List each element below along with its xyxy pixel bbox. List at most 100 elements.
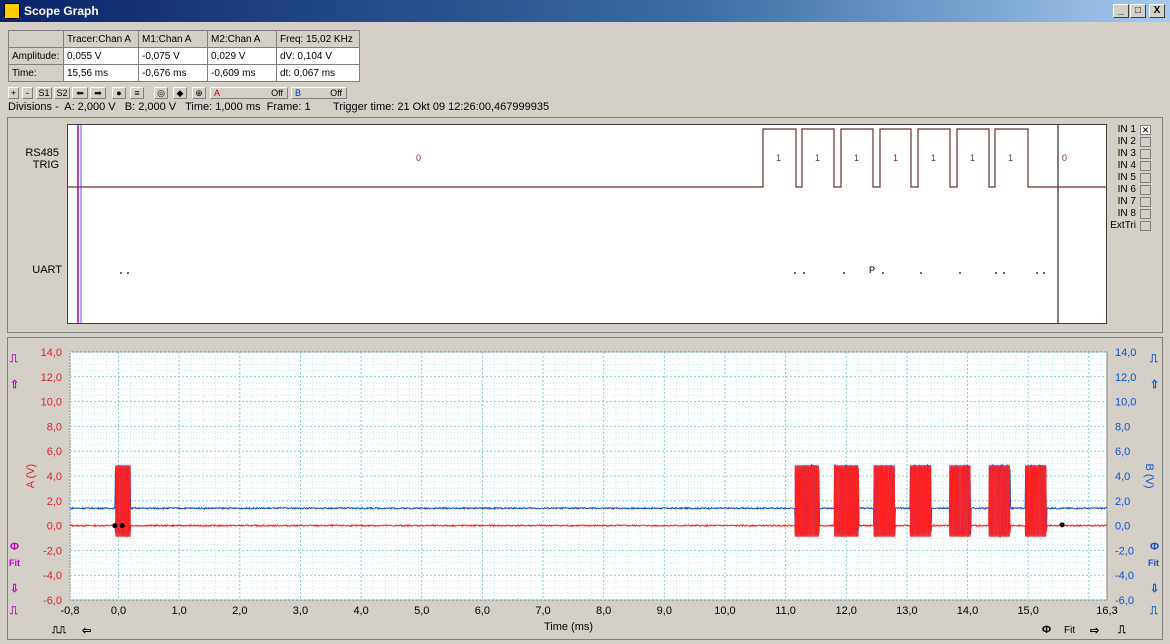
bit-label: 1 <box>1008 153 1013 163</box>
x-tick-label: 7,0 <box>535 605 550 617</box>
phase-icon[interactable]: Φ <box>1042 624 1051 636</box>
pulse-icon-right[interactable]: ⎍ <box>1150 353 1158 366</box>
burst-a <box>834 466 859 537</box>
x-tick-label: 9,0 <box>657 605 672 617</box>
y-tick-label-right: 14,0 <box>1115 347 1136 359</box>
cursor-icon[interactable]: ◆ <box>173 87 187 99</box>
y-tick-label-left: 2,0 <box>47 496 62 508</box>
input-checkbox[interactable] <box>1140 173 1151 183</box>
input-label: IN 6 <box>1117 184 1136 195</box>
fit-button-left[interactable]: Fit <box>9 558 20 568</box>
x-tick-label: 1,0 <box>172 605 187 617</box>
bit-label: 1 <box>970 153 975 163</box>
s2-button[interactable]: S2 <box>54 87 70 99</box>
next-arrow-icon[interactable]: ➡ <box>90 87 106 99</box>
y-tick-label-left: -2,0 <box>43 545 62 557</box>
meas-cell: 15,56 ms <box>63 64 139 82</box>
meas-header-tracer: Tracer:Chan A <box>63 30 139 48</box>
divisions-text: Divisions - A: 2,000 V B: 2,000 V Time: … <box>8 101 311 113</box>
y-tick-label-left: 10,0 <box>41 397 62 409</box>
meas-row-label: Amplitude: <box>8 47 64 65</box>
offset-icon-left[interactable]: Φ <box>10 541 19 553</box>
burst-a <box>1025 466 1047 537</box>
fit-button-right[interactable]: Fit <box>1148 558 1159 568</box>
x-tick-label: 14,0 <box>957 605 978 617</box>
meas-cell: 0,055 V <box>63 47 139 65</box>
meas-cell: dV: 0,104 V <box>276 47 360 65</box>
y-tick-label-left: -6,0 <box>43 595 62 607</box>
y-tick-label-right: 8,0 <box>1115 421 1130 433</box>
x-tick-label: 2,0 <box>232 605 247 617</box>
logic-analyzer-area[interactable]: 0 1 1 1 1 1 1 1 0 P <box>67 124 1107 324</box>
y-axis-label-right: B (V) <box>1143 463 1155 488</box>
meas-header-m1: M1:Chan A <box>138 30 208 48</box>
trig-icon[interactable]: ⎍⎍ <box>52 625 66 636</box>
logic-waveform: 0 1 1 1 1 1 1 1 0 P <box>68 125 1106 323</box>
cursor-marker <box>112 523 118 529</box>
input-checkbox[interactable] <box>1140 185 1151 195</box>
input-checkbox[interactable] <box>1140 149 1151 159</box>
marker-icon[interactable]: ● <box>112 87 126 99</box>
up-arrow-icon-right[interactable]: ⇧ <box>1150 378 1159 391</box>
meas-cell: -0,075 V <box>138 47 208 65</box>
burst-a <box>794 466 819 537</box>
meas-header-blank <box>8 30 64 48</box>
x-tick-label: 5,0 <box>414 605 429 617</box>
down-arrow-icon-left[interactable]: ⇩ <box>10 582 19 595</box>
input-label: IN 2 <box>1117 136 1136 147</box>
zoom-in-button[interactable]: + <box>8 87 19 99</box>
right-arrow-icon[interactable]: ⇨ <box>1090 624 1099 637</box>
meas-header-m2: M2:Chan A <box>207 30 277 48</box>
center-icon[interactable]: ⊕ <box>192 87 206 99</box>
bit-label: 1 <box>854 153 859 163</box>
input-label: IN 7 <box>1117 196 1136 207</box>
y-tick-label-right: 4,0 <box>1115 471 1130 483</box>
input-checkbox[interactable] <box>1140 161 1151 171</box>
row-label-trig: TRIG <box>32 159 59 171</box>
pulse-low-icon-right[interactable]: ⎍ <box>1150 605 1158 618</box>
x-tick-label: 4,0 <box>353 605 368 617</box>
input-checkbox[interactable] <box>1140 221 1151 231</box>
input-checkbox[interactable] <box>1140 209 1151 219</box>
input-checkbox[interactable] <box>1140 137 1151 147</box>
prev-arrow-icon[interactable]: ⬅ <box>72 87 88 99</box>
scope-chart[interactable]: -0,8 0,0 1,0 2,0 3,0 4,0 5,0 6,0 7,0 8,0 9,0 10,0 11… <box>0 340 1170 640</box>
pulse-low-icon-left[interactable]: ⎍ <box>10 605 18 618</box>
input-checkbox[interactable]: ✕ <box>1140 125 1151 135</box>
close-button[interactable]: X <box>1149 4 1165 18</box>
maximize-button[interactable]: □ <box>1130 4 1146 18</box>
pulse-icon-bottom[interactable]: ⎍ <box>1118 624 1126 637</box>
list-icon[interactable]: ≡ <box>130 87 144 99</box>
rs485-trace <box>68 128 1106 188</box>
bit-label: 1 <box>931 153 936 163</box>
fit-button-bottom[interactable]: Fit <box>1064 625 1075 636</box>
up-arrow-icon-left[interactable]: ⇧ <box>10 378 19 391</box>
bit-label: 0 <box>1062 153 1067 163</box>
y-tick-label-right: 6,0 <box>1115 446 1130 458</box>
left-arrow-icon[interactable]: ⇦ <box>82 624 91 637</box>
chan-a-button[interactable]: A Off <box>210 87 288 99</box>
probe-icon[interactable]: ◎ <box>154 87 168 99</box>
input-checkbox[interactable] <box>1140 197 1151 207</box>
pulse-icon-left[interactable]: ⎍ <box>10 353 18 366</box>
zoom-out-button[interactable]: - <box>22 87 33 99</box>
y-tick-label-left: 6,0 <box>47 446 62 458</box>
y-tick-label-right: -2,0 <box>1115 545 1134 557</box>
meas-cell: dt: 0,067 ms <box>276 64 360 82</box>
offset-icon-right[interactable]: Φ <box>1150 541 1159 553</box>
y-tick-label-left: 4,0 <box>47 471 62 483</box>
input-label: IN 3 <box>1117 148 1136 159</box>
minimize-button[interactable]: _ <box>1113 4 1129 18</box>
burst-a <box>909 466 932 537</box>
row-label-rs485: RS485 <box>25 147 59 159</box>
chan-b-button[interactable]: B Off <box>291 87 347 99</box>
meas-cell: 0,029 V <box>207 47 277 65</box>
y-tick-label-left: 14,0 <box>41 347 62 359</box>
down-arrow-icon-right[interactable]: ⇩ <box>1150 582 1159 595</box>
s1-button[interactable]: S1 <box>36 87 52 99</box>
title-bar: Scope Graph _ □ X <box>0 0 1170 22</box>
window-title: Scope Graph <box>24 4 99 18</box>
uart-dots <box>120 272 1045 274</box>
row-label-uart: UART <box>32 264 62 276</box>
x-tick-label: 12,0 <box>836 605 857 617</box>
